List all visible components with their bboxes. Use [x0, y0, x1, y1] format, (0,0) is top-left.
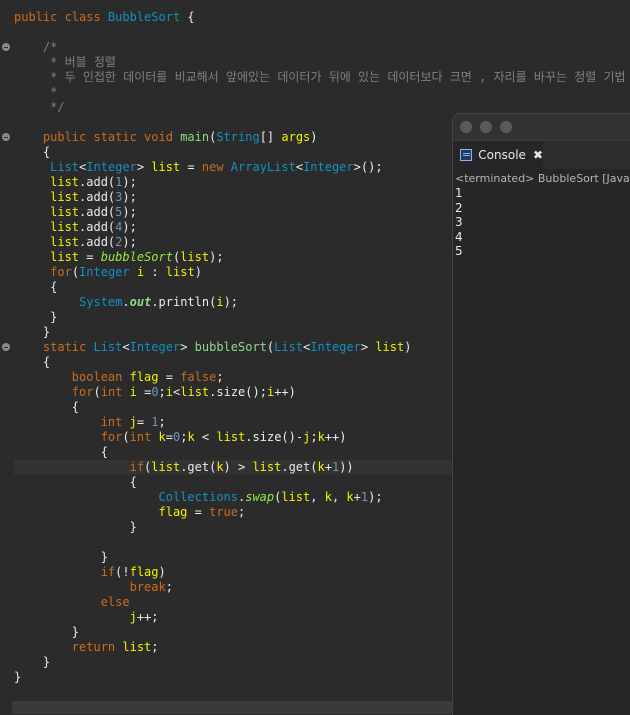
horizontal-scrollbar[interactable]	[12, 701, 452, 714]
code-line: list = bubbleSort(list);	[50, 250, 224, 264]
console-output-line: 5	[455, 244, 463, 258]
code-line: {	[14, 355, 51, 369]
console-tab-bar: Console ✖	[453, 140, 630, 169]
fold-toggle-icon[interactable]	[2, 43, 10, 51]
window-minimize-button[interactable]	[480, 121, 492, 133]
code-line: }	[14, 655, 51, 669]
code-line: list.add(2);	[50, 235, 137, 249]
code-line: System.out.println(i);	[79, 295, 239, 309]
code-line: list.add(4);	[50, 220, 137, 234]
code-line: * 두 인접한 데이터를 비교해서 앞에있는 데이터가 뒤에 있는 데이터보다 …	[14, 70, 626, 84]
console-output-line: 4	[455, 229, 463, 244]
console-output[interactable]: 1 2 3 4 5	[453, 186, 630, 259]
fold-toggle-icon[interactable]	[2, 133, 10, 141]
code-line: public class BubbleSort {	[14, 10, 195, 24]
code-line: list.add(3);	[50, 190, 137, 204]
code-line: public static void main(String[] args)	[42, 130, 318, 144]
console-window: Console ✖ <terminated> BubbleSort [Java …	[452, 113, 630, 715]
code-line: * 버블 정렬	[14, 55, 116, 69]
tab-console[interactable]: Console ✖	[453, 141, 543, 169]
tab-console-label: Console	[478, 148, 526, 162]
close-icon[interactable]: ✖	[533, 148, 543, 162]
code-line: }	[14, 325, 51, 339]
code-line: */	[14, 100, 65, 114]
editor-gutter	[0, 0, 12, 714]
console-output-line: 3	[455, 215, 463, 229]
window-close-button[interactable]	[460, 121, 472, 133]
window-zoom-button[interactable]	[500, 121, 512, 133]
code-line: {	[14, 400, 80, 414]
fold-toggle-icon[interactable]	[2, 343, 10, 351]
code-line: }	[14, 520, 137, 534]
code-line: }	[14, 310, 58, 324]
code-line-current: if(list.get(k) > list.get(k+1))	[14, 460, 454, 475]
code-line: {	[14, 445, 108, 459]
console-output-line: 1	[455, 186, 463, 200]
code-line: Collections.swap(list, k, k+1);	[158, 490, 383, 504]
code-line: if(!flag)	[100, 565, 166, 579]
window-titlebar	[453, 114, 630, 140]
code-line: /*	[14, 40, 58, 54]
code-line: return list;	[71, 640, 159, 654]
code-line: {	[14, 475, 137, 489]
code-line: boolean flag = false;	[71, 370, 224, 384]
code-line: list.add(5);	[50, 205, 137, 219]
code-line: }	[14, 670, 22, 684]
code-line: }	[14, 625, 80, 639]
code-line: list.add(1);	[50, 175, 137, 189]
code-line: for(int i =0;i<list.size();i++)	[71, 385, 296, 399]
code-line: j++;	[129, 610, 159, 624]
console-icon	[460, 149, 473, 161]
code-line: break;	[129, 580, 173, 594]
code-line: {	[14, 280, 58, 294]
code-line: else	[100, 595, 130, 609]
code-line: static List<Integer> bubbleSort(List<Int…	[42, 340, 412, 354]
code-line: List<Integer> list = new ArrayList<Integ…	[50, 160, 383, 174]
code-line: *	[14, 85, 58, 99]
code-line: for(int k=0;k < list.size()-j;k++)	[100, 430, 347, 444]
code-line: flag = true;	[158, 505, 246, 519]
code-line: for(Integer i : list)	[50, 265, 202, 279]
code-line: }	[14, 550, 108, 564]
console-output-line: 2	[455, 200, 463, 215]
code-line: int j= 1;	[100, 415, 166, 429]
console-status: <terminated> BubbleSort [Java Applicatio…	[455, 172, 630, 185]
code-line: {	[14, 145, 51, 159]
